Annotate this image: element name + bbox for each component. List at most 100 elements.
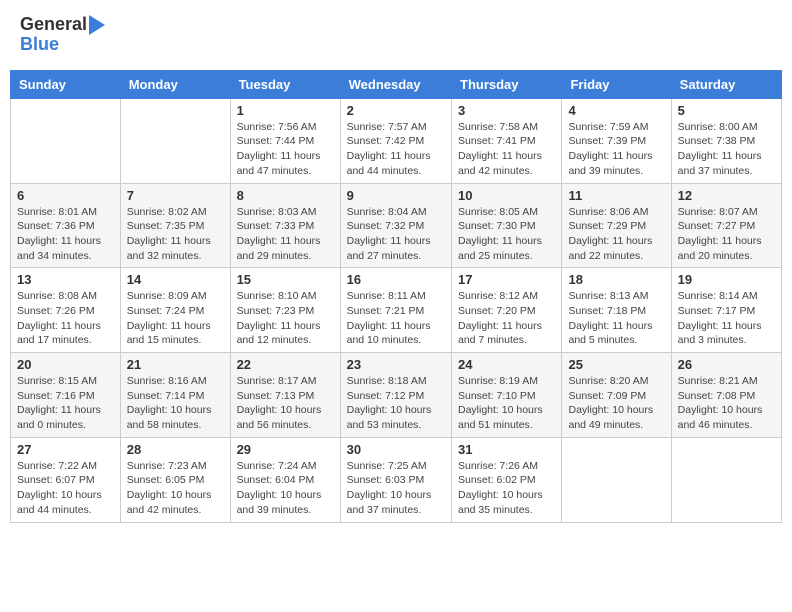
day-number: 16 — [347, 272, 445, 287]
day-number: 9 — [347, 188, 445, 203]
day-info: Sunrise: 8:07 AM Sunset: 7:27 PM Dayligh… — [678, 205, 775, 264]
calendar-week-row: 13 Sunrise: 8:08 AM Sunset: 7:26 PM Dayli… — [11, 268, 782, 353]
day-of-week-header: Wednesday — [340, 70, 451, 98]
day-info: Sunrise: 8:09 AM Sunset: 7:24 PM Dayligh… — [127, 289, 224, 348]
day-info: Sunrise: 8:02 AM Sunset: 7:35 PM Dayligh… — [127, 205, 224, 264]
day-number: 2 — [347, 103, 445, 118]
day-number: 27 — [17, 442, 114, 457]
day-info: Sunrise: 7:56 AM Sunset: 7:44 PM Dayligh… — [237, 120, 334, 179]
day-number: 30 — [347, 442, 445, 457]
day-of-week-header: Friday — [562, 70, 671, 98]
calendar-cell: 14 Sunrise: 8:09 AM Sunset: 7:24 PM Dayli… — [120, 268, 230, 353]
calendar-cell: 15 Sunrise: 8:10 AM Sunset: 7:23 PM Dayli… — [230, 268, 340, 353]
day-of-week-header: Tuesday — [230, 70, 340, 98]
day-number: 19 — [678, 272, 775, 287]
day-info: Sunrise: 7:57 AM Sunset: 7:42 PM Dayligh… — [347, 120, 445, 179]
calendar-cell: 28 Sunrise: 7:23 AM Sunset: 6:05 PM Dayli… — [120, 437, 230, 522]
day-number: 18 — [568, 272, 664, 287]
calendar-cell: 20 Sunrise: 8:15 AM Sunset: 7:16 PM Dayli… — [11, 353, 121, 438]
calendar-cell: 8 Sunrise: 8:03 AM Sunset: 7:33 PM Daylig… — [230, 183, 340, 268]
day-info: Sunrise: 8:20 AM Sunset: 7:09 PM Dayligh… — [568, 374, 664, 433]
calendar-cell: 27 Sunrise: 7:22 AM Sunset: 6:07 PM Dayli… — [11, 437, 121, 522]
day-number: 4 — [568, 103, 664, 118]
day-number: 15 — [237, 272, 334, 287]
day-info: Sunrise: 8:04 AM Sunset: 7:32 PM Dayligh… — [347, 205, 445, 264]
calendar-week-row: 6Sunrise: 8:01 AM Sunset: 7:36 PM Daylig… — [11, 183, 782, 268]
day-of-week-header: Saturday — [671, 70, 781, 98]
day-info: Sunrise: 8:14 AM Sunset: 7:17 PM Dayligh… — [678, 289, 775, 348]
logo: General Blue — [20, 15, 105, 55]
day-number: 28 — [127, 442, 224, 457]
calendar-cell: 16 Sunrise: 8:11 AM Sunset: 7:21 PM Dayli… — [340, 268, 451, 353]
day-info: Sunrise: 8:00 AM Sunset: 7:38 PM Dayligh… — [678, 120, 775, 179]
day-info: Sunrise: 7:22 AM Sunset: 6:07 PM Dayligh… — [17, 459, 114, 518]
day-number: 8 — [237, 188, 334, 203]
calendar-table: SundayMondayTuesdayWednesdayThursdayFrid… — [10, 70, 782, 523]
day-number: 23 — [347, 357, 445, 372]
day-number: 10 — [458, 188, 555, 203]
calendar-cell: 31Sunrise: 7:26 AM Sunset: 6:02 PM Dayli… — [452, 437, 562, 522]
day-of-week-header: Thursday — [452, 70, 562, 98]
day-info: Sunrise: 8:18 AM Sunset: 7:12 PM Dayligh… — [347, 374, 445, 433]
calendar-cell: 5 Sunrise: 8:00 AM Sunset: 7:38 PM Daylig… — [671, 98, 781, 183]
day-number: 1 — [237, 103, 334, 118]
calendar-cell: 19 Sunrise: 8:14 AM Sunset: 7:17 PM Dayli… — [671, 268, 781, 353]
calendar-cell: 1 Sunrise: 7:56 AM Sunset: 7:44 PM Daylig… — [230, 98, 340, 183]
day-info: Sunrise: 8:10 AM Sunset: 7:23 PM Dayligh… — [237, 289, 334, 348]
day-number: 26 — [678, 357, 775, 372]
calendar-cell: 7 Sunrise: 8:02 AM Sunset: 7:35 PM Daylig… — [120, 183, 230, 268]
day-info: Sunrise: 7:23 AM Sunset: 6:05 PM Dayligh… — [127, 459, 224, 518]
calendar-cell: 12 Sunrise: 8:07 AM Sunset: 7:27 PM Dayli… — [671, 183, 781, 268]
calendar-cell: 17 Sunrise: 8:12 AM Sunset: 7:20 PM Dayli… — [452, 268, 562, 353]
day-info: Sunrise: 8:08 AM Sunset: 7:26 PM Dayligh… — [17, 289, 114, 348]
day-info: Sunrise: 8:16 AM Sunset: 7:14 PM Dayligh… — [127, 374, 224, 433]
calendar-cell: 23 Sunrise: 8:18 AM Sunset: 7:12 PM Dayli… — [340, 353, 451, 438]
day-info: Sunrise: 8:17 AM Sunset: 7:13 PM Dayligh… — [237, 374, 334, 433]
day-info: Sunrise: 8:15 AM Sunset: 7:16 PM Dayligh… — [17, 374, 114, 433]
day-number: 7 — [127, 188, 224, 203]
day-info: Sunrise: 8:21 AM Sunset: 7:08 PM Dayligh… — [678, 374, 775, 433]
day-info: Sunrise: 7:24 AM Sunset: 6:04 PM Dayligh… — [237, 459, 334, 518]
day-number: 12 — [678, 188, 775, 203]
calendar-cell: 18 Sunrise: 8:13 AM Sunset: 7:18 PM Dayli… — [562, 268, 671, 353]
calendar-cell: 13 Sunrise: 8:08 AM Sunset: 7:26 PM Dayli… — [11, 268, 121, 353]
day-info: Sunrise: 7:26 AM Sunset: 6:02 PM Dayligh… — [458, 459, 555, 518]
calendar-cell — [562, 437, 671, 522]
logo-arrow-icon — [89, 15, 105, 35]
day-number: 13 — [17, 272, 114, 287]
calendar-cell: 9 Sunrise: 8:04 AM Sunset: 7:32 PM Daylig… — [340, 183, 451, 268]
day-number: 17 — [458, 272, 555, 287]
calendar-cell: 26 Sunrise: 8:21 AM Sunset: 7:08 PM Dayli… — [671, 353, 781, 438]
calendar-cell — [671, 437, 781, 522]
calendar-cell: 6Sunrise: 8:01 AM Sunset: 7:36 PM Daylig… — [11, 183, 121, 268]
logo-text-general: General — [20, 15, 87, 35]
calendar-week-row: 27 Sunrise: 7:22 AM Sunset: 6:07 PM Dayli… — [11, 437, 782, 522]
day-number: 6 — [17, 188, 114, 203]
day-of-week-header: Sunday — [11, 70, 121, 98]
day-info: Sunrise: 8:19 AM Sunset: 7:10 PM Dayligh… — [458, 374, 555, 433]
calendar-week-row: 1 Sunrise: 7:56 AM Sunset: 7:44 PM Daylig… — [11, 98, 782, 183]
day-number: 25 — [568, 357, 664, 372]
day-number: 21 — [127, 357, 224, 372]
day-info: Sunrise: 8:05 AM Sunset: 7:30 PM Dayligh… — [458, 205, 555, 264]
day-number: 20 — [17, 357, 114, 372]
day-info: Sunrise: 8:03 AM Sunset: 7:33 PM Dayligh… — [237, 205, 334, 264]
calendar-cell: 4 Sunrise: 7:59 AM Sunset: 7:39 PM Daylig… — [562, 98, 671, 183]
calendar-cell: 25 Sunrise: 8:20 AM Sunset: 7:09 PM Dayli… — [562, 353, 671, 438]
calendar-cell — [11, 98, 121, 183]
day-info: Sunrise: 8:11 AM Sunset: 7:21 PM Dayligh… — [347, 289, 445, 348]
day-number: 5 — [678, 103, 775, 118]
day-number: 24 — [458, 357, 555, 372]
calendar-cell: 21 Sunrise: 8:16 AM Sunset: 7:14 PM Dayli… — [120, 353, 230, 438]
calendar-week-row: 20 Sunrise: 8:15 AM Sunset: 7:16 PM Dayli… — [11, 353, 782, 438]
calendar-cell: 30Sunrise: 7:25 AM Sunset: 6:03 PM Dayli… — [340, 437, 451, 522]
day-number: 14 — [127, 272, 224, 287]
page-header: General Blue — [10, 10, 782, 60]
day-of-week-header: Monday — [120, 70, 230, 98]
day-info: Sunrise: 7:58 AM Sunset: 7:41 PM Dayligh… — [458, 120, 555, 179]
calendar-cell: 22Sunrise: 8:17 AM Sunset: 7:13 PM Dayli… — [230, 353, 340, 438]
logo-text-blue: Blue — [20, 35, 59, 55]
day-info: Sunrise: 8:12 AM Sunset: 7:20 PM Dayligh… — [458, 289, 555, 348]
day-info: Sunrise: 7:59 AM Sunset: 7:39 PM Dayligh… — [568, 120, 664, 179]
day-info: Sunrise: 8:13 AM Sunset: 7:18 PM Dayligh… — [568, 289, 664, 348]
